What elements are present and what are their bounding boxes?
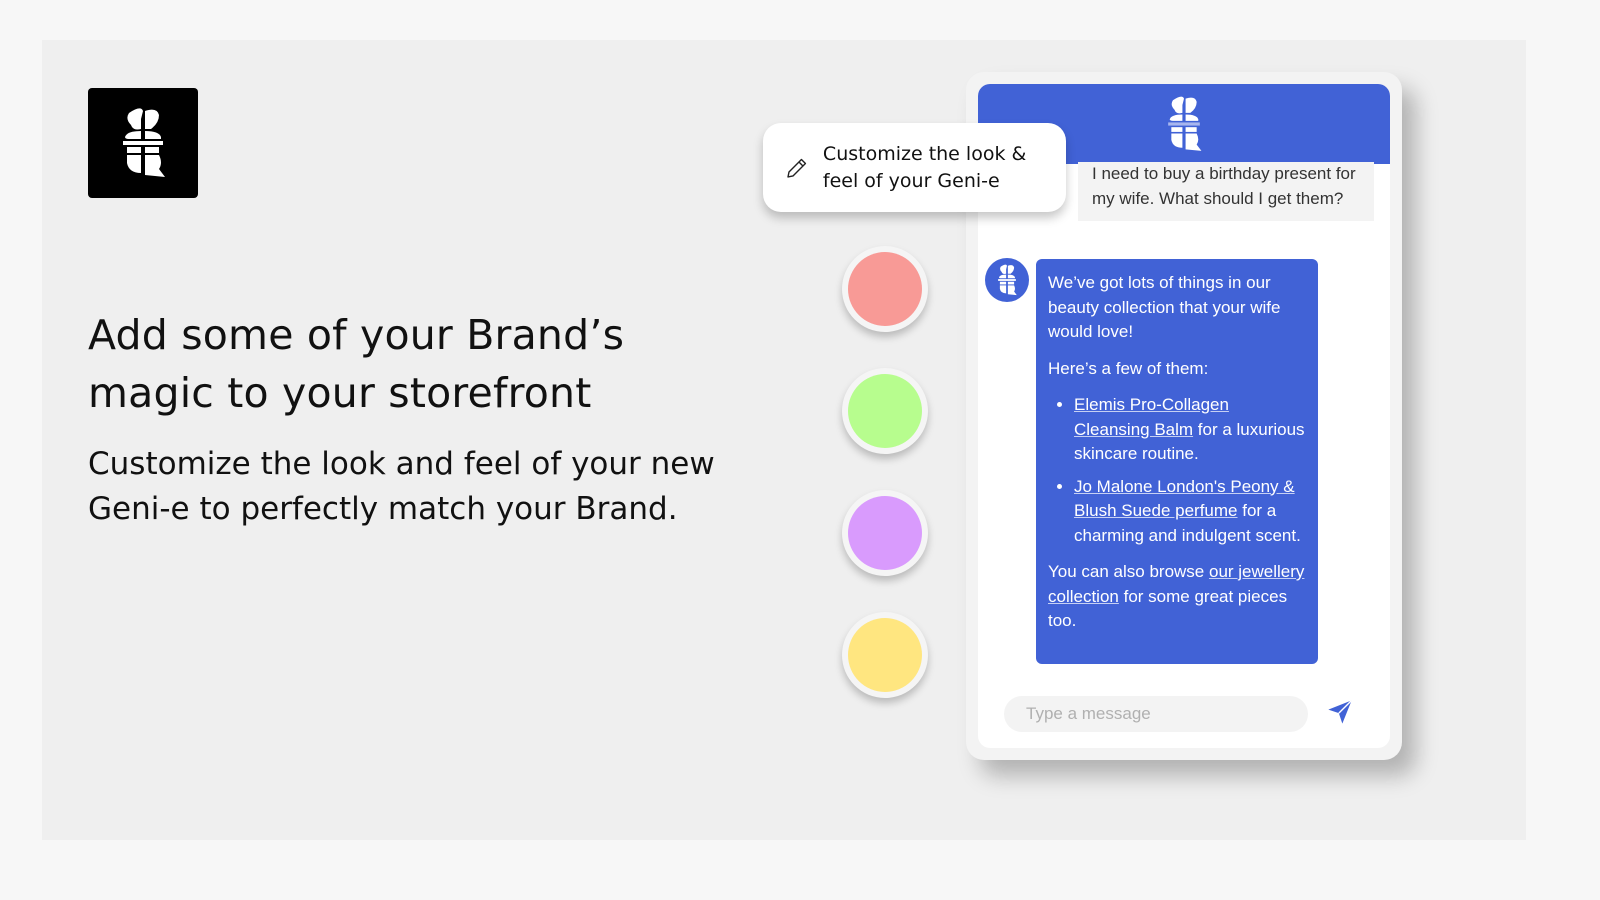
bot-outro: You can also browse our jewellery collec… [1048, 560, 1306, 634]
brand-logo [88, 88, 198, 198]
product-item: Jo Malone London's Peony & Blush Suede p… [1074, 475, 1306, 549]
color-swatch-green[interactable] [842, 368, 928, 454]
bot-lead: Here’s a few of them: [1048, 358, 1209, 378]
swatch-color [848, 496, 922, 570]
customize-callout: Customize the look & feel of your Geni-e [763, 123, 1066, 212]
outro-text: You can also browse [1048, 562, 1209, 581]
genie-avatar-icon [998, 264, 1017, 296]
genie-logo-icon [1168, 96, 1202, 151]
color-swatch-purple[interactable] [842, 490, 928, 576]
page-subtext: Customize the look and feel of your new … [88, 446, 715, 527]
swatch-color [848, 374, 922, 448]
swatch-color [848, 618, 922, 692]
color-swatch-coral[interactable] [842, 246, 928, 332]
bot-message: We’ve got lots of things in our beauty c… [1036, 259, 1318, 664]
bot-intro: We’ve got lots of things in our beauty c… [1048, 273, 1281, 341]
user-message: I need to buy a birthday present for my … [1078, 162, 1374, 221]
send-icon [1328, 699, 1353, 724]
bot-avatar [985, 258, 1029, 302]
message-input[interactable] [1004, 696, 1308, 732]
product-item: Elemis Pro-Collagen Cleansing Balm for a… [1074, 393, 1306, 467]
pencil-icon [787, 158, 807, 178]
genie-logo-icon [123, 108, 165, 177]
page-headline: Add some of your Brand’s magic to your s… [88, 311, 625, 417]
product-list: Elemis Pro-Collagen Cleansing Balm for a… [1048, 393, 1306, 548]
send-button[interactable] [1324, 696, 1356, 728]
color-swatch-yellow[interactable] [842, 612, 928, 698]
swatch-color [848, 252, 922, 326]
callout-text: Customize the look & feel of your Geni-e [822, 142, 1027, 192]
